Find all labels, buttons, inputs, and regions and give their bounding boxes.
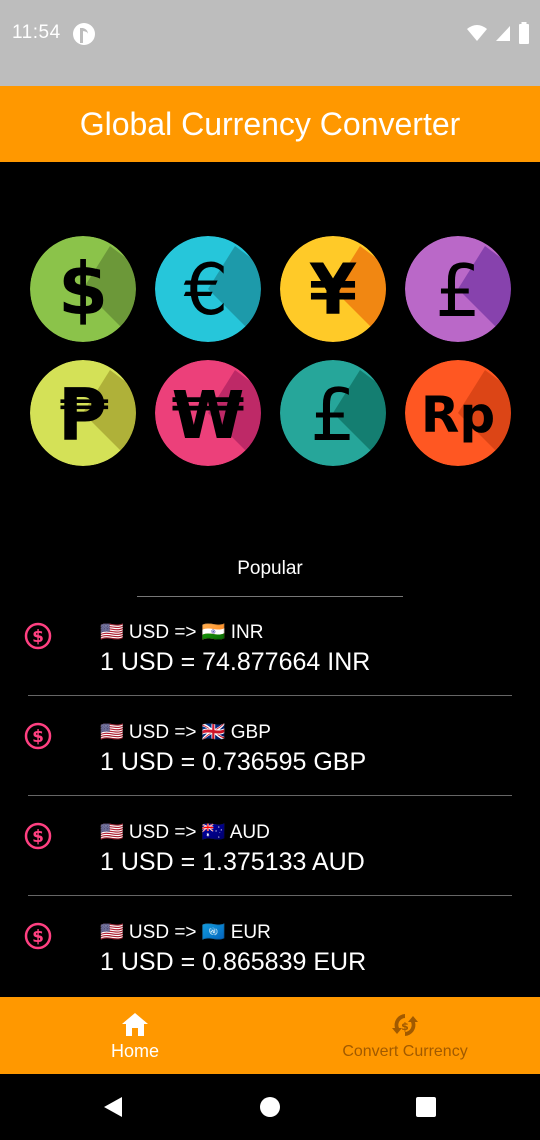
svg-text:₱: ₱ — [58, 373, 109, 457]
svg-text:₩: ₩ — [172, 377, 245, 454]
svg-text:Rp: Rp — [421, 386, 495, 444]
rate-value: 1 USD = 74.877664 INR — [100, 648, 371, 676]
svg-text:$: $ — [32, 927, 44, 947]
list-item[interactable]: $ 🇺🇸 USD => 🇺🇳 EUR 1 USD = 0.865839 EUR — [0, 900, 540, 1000]
yen-icon: ¥ — [280, 236, 386, 342]
recents-icon[interactable] — [415, 1096, 437, 1118]
svg-text:$: $ — [32, 727, 44, 747]
list-item[interactable]: $ 🇺🇸 USD => 🇦🇺 AUD 1 USD = 1.375133 AUD — [0, 800, 540, 900]
rate-value: 1 USD = 0.865839 EUR — [100, 948, 367, 976]
popular-divider — [137, 596, 403, 597]
dollar-icon: $ — [30, 236, 136, 342]
back-icon[interactable] — [102, 1096, 124, 1118]
rupiah-icon: Rp — [405, 360, 511, 466]
lira-icon: £ — [280, 360, 386, 466]
rate-pair: 🇺🇸 USD => 🇦🇺 AUD — [100, 822, 270, 843]
svg-text:$: $ — [32, 827, 44, 847]
nav-item-home[interactable]: Home — [70, 997, 200, 1074]
signal-icon — [496, 26, 510, 41]
svg-text:€: € — [184, 249, 229, 331]
app-title: Global Currency Converter — [79, 105, 461, 142]
rate-pair: 🇺🇸 USD => 🇺🇳 EUR — [100, 922, 271, 943]
dollar-circle-icon: $ — [24, 622, 52, 650]
status-bar: 11:54 — [0, 0, 540, 86]
peso-icon: ₱ — [30, 360, 136, 466]
dollar-circle-icon: $ — [24, 922, 52, 950]
pound-icon: £ — [405, 236, 511, 342]
nav-label-convert-currency: Convert Currency — [342, 1043, 468, 1060]
app-bar: Global Currency Converter — [0, 86, 540, 162]
list-item[interactable]: $ 🇺🇸 USD => 🇬🇧 GBP 1 USD = 0.736595 GBP — [0, 700, 540, 800]
list-item[interactable]: $ 🇺🇸 USD => 🇮🇳 INR 1 USD = 74.877664 INR — [0, 600, 540, 700]
rate-value: 1 USD = 0.736595 GBP — [100, 748, 367, 776]
svg-text:£: £ — [310, 373, 356, 457]
nav-label-home: Home — [110, 1041, 159, 1061]
status-icons — [466, 22, 530, 44]
svg-text:¥: ¥ — [309, 249, 358, 331]
dollar-circle-icon: $ — [24, 722, 52, 750]
system-navigation-bar — [0, 1074, 540, 1140]
bottom-navigation: Home $ Convert Currency — [0, 997, 540, 1074]
svg-text:£: £ — [435, 249, 481, 333]
dollar-circle-icon: $ — [24, 822, 52, 850]
status-time: 11:54 — [12, 22, 61, 43]
divider — [28, 795, 512, 796]
battery-icon — [519, 22, 529, 44]
home-icon — [122, 1013, 148, 1036]
rate-pair: 🇺🇸 USD => 🇬🇧 GBP — [100, 722, 271, 743]
nav-item-convert-currency[interactable]: $ Convert Currency — [320, 997, 490, 1074]
svg-text:$: $ — [58, 247, 108, 331]
svg-text:$: $ — [32, 627, 44, 647]
home-circle-icon[interactable] — [259, 1096, 281, 1118]
divider — [28, 895, 512, 896]
rate-value: 1 USD = 1.375133 AUD — [100, 848, 365, 876]
convert-icon: $ — [392, 1014, 418, 1036]
rate-pair: 🇺🇸 USD => 🇮🇳 INR — [100, 622, 264, 643]
euro-icon: € — [155, 236, 261, 342]
app-notification-icon — [73, 23, 95, 45]
wifi-icon — [467, 25, 487, 41]
divider — [28, 695, 512, 696]
won-icon: ₩ — [155, 360, 261, 466]
popular-title: Popular — [237, 558, 303, 579]
svg-text:$: $ — [401, 1020, 409, 1033]
